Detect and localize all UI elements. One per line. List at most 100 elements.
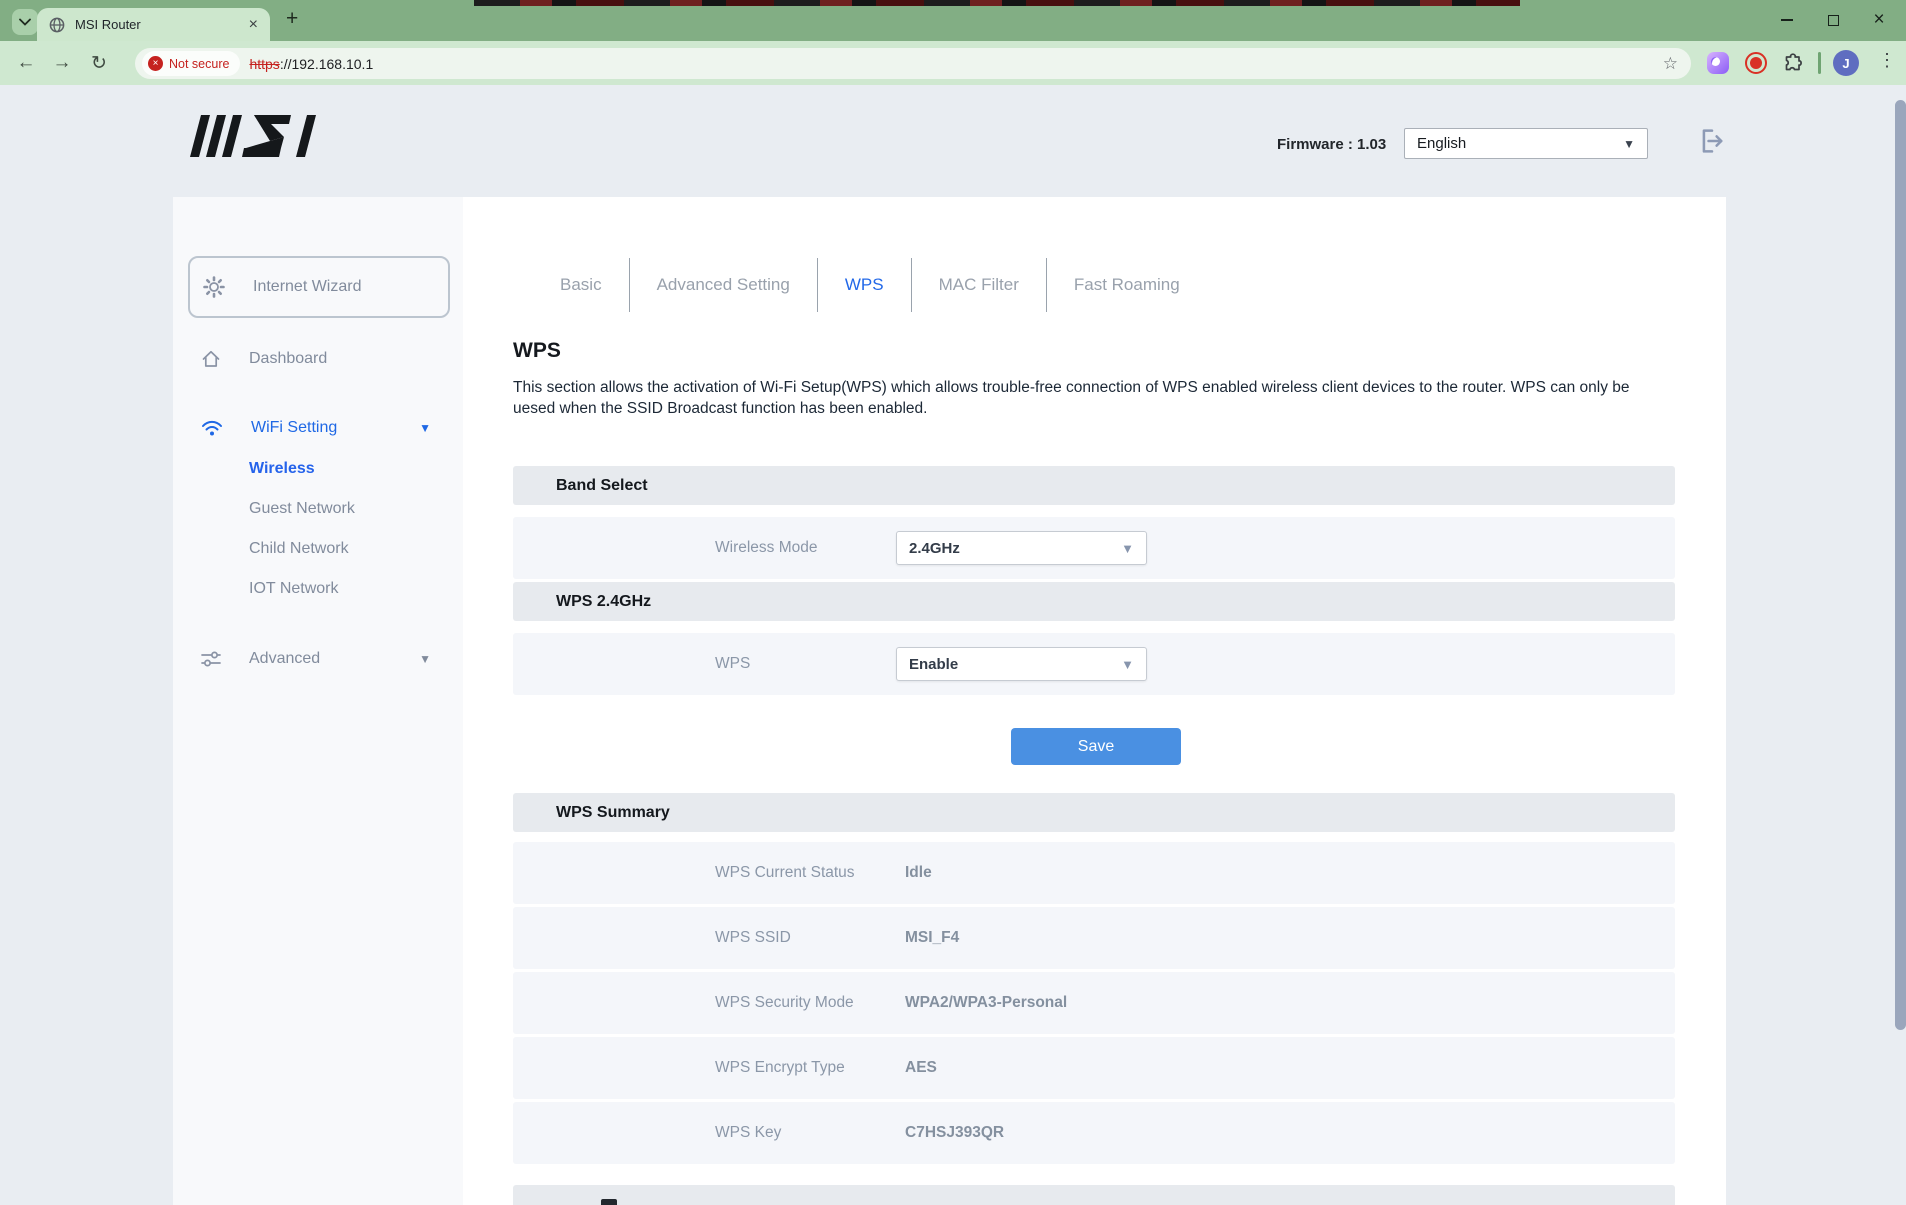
main-card: Internet Wizard Dashboard WiFi Setting ▼…	[173, 197, 1726, 1205]
extension-icon[interactable]	[1707, 52, 1729, 74]
wifi-icon	[201, 419, 223, 437]
clipped-text-fragment	[601, 1199, 617, 1205]
not-secure-badge[interactable]: × Not secure	[142, 51, 240, 76]
language-caret-icon: ▼	[1623, 137, 1635, 151]
wireless-mode-label: Wireless Mode	[715, 539, 818, 557]
wireless-mode-select[interactable]: 2.4GHz ▼	[896, 531, 1147, 565]
tab-basic[interactable]: Basic	[533, 275, 629, 295]
sidebar-item-label: IOT Network	[249, 580, 339, 598]
browser-tab[interactable]: MSI Router ×	[37, 8, 270, 41]
bookmark-star-icon[interactable]: ☆	[1663, 54, 1678, 74]
toolbar-divider	[1818, 52, 1821, 74]
new-tab-button[interactable]: +	[286, 7, 298, 31]
chevron-down-icon: ▼	[419, 652, 431, 666]
section-header-label: WPS Summary	[556, 804, 670, 822]
globe-favicon-icon	[49, 17, 65, 33]
tab-wps[interactable]: WPS	[818, 275, 911, 295]
url-bar[interactable]: × Not secure https://192.168.10.1 ☆	[135, 48, 1691, 79]
summary-row-ssid: WPS SSID MSI_F4	[513, 907, 1675, 969]
sidebar: Internet Wizard Dashboard WiFi Setting ▼…	[173, 197, 463, 1205]
browser-tab-strip: MSI Router × + ×	[0, 0, 1906, 41]
section-header-label: WPS 2.4GHz	[556, 593, 651, 611]
sidebar-item-child-network[interactable]: Child Network	[173, 531, 463, 567]
window-close-button[interactable]: ×	[1857, 0, 1901, 40]
tab-close-icon[interactable]: ×	[249, 17, 258, 33]
wps-label: WPS	[715, 655, 750, 673]
back-button[interactable]: ←	[13, 50, 39, 76]
summary-label: WPS Current Status	[715, 864, 855, 882]
summary-label: WPS SSID	[715, 929, 791, 947]
extensions-puzzle-icon[interactable]	[1783, 53, 1803, 73]
section-header-label: Band Select	[556, 477, 648, 495]
summary-value: MSI_F4	[905, 929, 959, 947]
reload-button[interactable]: ↻	[86, 50, 112, 76]
wps-enable-row: WPS Enable ▼	[513, 633, 1675, 695]
sidebar-item-label: Child Network	[249, 540, 349, 558]
tab-fast-roaming[interactable]: Fast Roaming	[1047, 275, 1207, 295]
select-caret-icon: ▼	[1121, 541, 1134, 556]
sidebar-item-dashboard[interactable]: Dashboard	[173, 341, 463, 377]
maximize-icon	[1828, 15, 1839, 26]
profile-avatar[interactable]: J	[1833, 50, 1859, 76]
sidebar-item-label: Internet Wizard	[253, 278, 361, 296]
url-text: https://192.168.10.1	[249, 56, 373, 72]
minimize-icon	[1781, 19, 1793, 21]
chevron-down-icon	[19, 18, 31, 26]
summary-value: AES	[905, 1059, 937, 1077]
page-scrollbar[interactable]	[1895, 100, 1906, 1030]
sidebar-item-internet-wizard[interactable]: Internet Wizard	[188, 256, 450, 318]
summary-value: C7HSJ393QR	[905, 1124, 1004, 1142]
sidebar-item-advanced[interactable]: Advanced ▼	[173, 641, 463, 677]
summary-value: WPA2/WPA3-Personal	[905, 994, 1067, 1012]
tab-search-button[interactable]	[12, 9, 38, 35]
record-extension-icon[interactable]	[1745, 52, 1767, 74]
browser-toolbar: ← → ↻ × Not secure https://192.168.10.1 …	[0, 41, 1906, 85]
msi-logo	[190, 110, 327, 167]
not-secure-icon: ×	[148, 56, 163, 71]
sidebar-item-guest-network[interactable]: Guest Network	[173, 491, 463, 527]
wps-enable-select[interactable]: Enable ▼	[896, 647, 1147, 681]
section-header-partial	[513, 1185, 1675, 1205]
summary-row-encrypt-type: WPS Encrypt Type AES	[513, 1037, 1675, 1099]
sidebar-item-label: Advanced	[249, 650, 320, 668]
firmware-version-label: Firmware : 1.03	[1277, 136, 1386, 153]
window-minimize-button[interactable]	[1765, 0, 1809, 40]
background-window-sliver	[474, 0, 1520, 6]
summary-row-security-mode: WPS Security Mode WPA2/WPA3-Personal	[513, 972, 1675, 1034]
tab-advanced-setting[interactable]: Advanced Setting	[630, 275, 817, 295]
summary-value: Idle	[905, 864, 932, 882]
summary-label: WPS Key	[715, 1124, 781, 1142]
summary-row-key: WPS Key C7HSJ393QR	[513, 1102, 1675, 1164]
logout-button[interactable]	[1697, 126, 1727, 161]
chevron-down-icon: ▼	[419, 421, 431, 435]
not-secure-label: Not secure	[169, 57, 229, 71]
browser-menu-icon[interactable]: ⋮	[1878, 50, 1896, 71]
language-select[interactable]: English ▼	[1404, 128, 1648, 159]
summary-row-current-status: WPS Current Status Idle	[513, 842, 1675, 904]
sliders-icon	[201, 650, 221, 668]
wps-enable-value: Enable	[909, 656, 958, 673]
tab-mac-filter[interactable]: MAC Filter	[912, 275, 1046, 295]
language-selected-value: English	[1417, 135, 1466, 152]
summary-label: WPS Security Mode	[715, 994, 854, 1012]
settings-tabs: Basic Advanced Setting WPS MAC Filter Fa…	[533, 258, 1207, 312]
wireless-mode-value: 2.4GHz	[909, 540, 960, 557]
sidebar-item-label: Wireless	[249, 460, 315, 478]
wireless-mode-row: Wireless Mode 2.4GHz ▼	[513, 517, 1675, 579]
sidebar-item-iot-network[interactable]: IOT Network	[173, 571, 463, 607]
tab-title: MSI Router	[75, 17, 141, 32]
sidebar-item-wireless[interactable]: Wireless	[173, 451, 463, 487]
page-title: WPS	[513, 339, 561, 363]
home-icon	[201, 349, 221, 369]
sidebar-item-wifi-setting[interactable]: WiFi Setting ▼	[173, 410, 463, 446]
logout-icon	[1697, 126, 1727, 156]
sidebar-item-label: Dashboard	[249, 350, 327, 368]
page-description: This section allows the activation of Wi…	[513, 377, 1676, 419]
section-header-wps-summary: WPS Summary	[513, 793, 1675, 832]
save-button[interactable]: Save	[1011, 728, 1181, 765]
summary-label: WPS Encrypt Type	[715, 1059, 845, 1077]
url-scheme: https	[249, 56, 279, 72]
forward-button[interactable]: →	[49, 50, 75, 76]
section-header-band-select: Band Select	[513, 466, 1675, 505]
window-maximize-button[interactable]	[1811, 0, 1855, 40]
